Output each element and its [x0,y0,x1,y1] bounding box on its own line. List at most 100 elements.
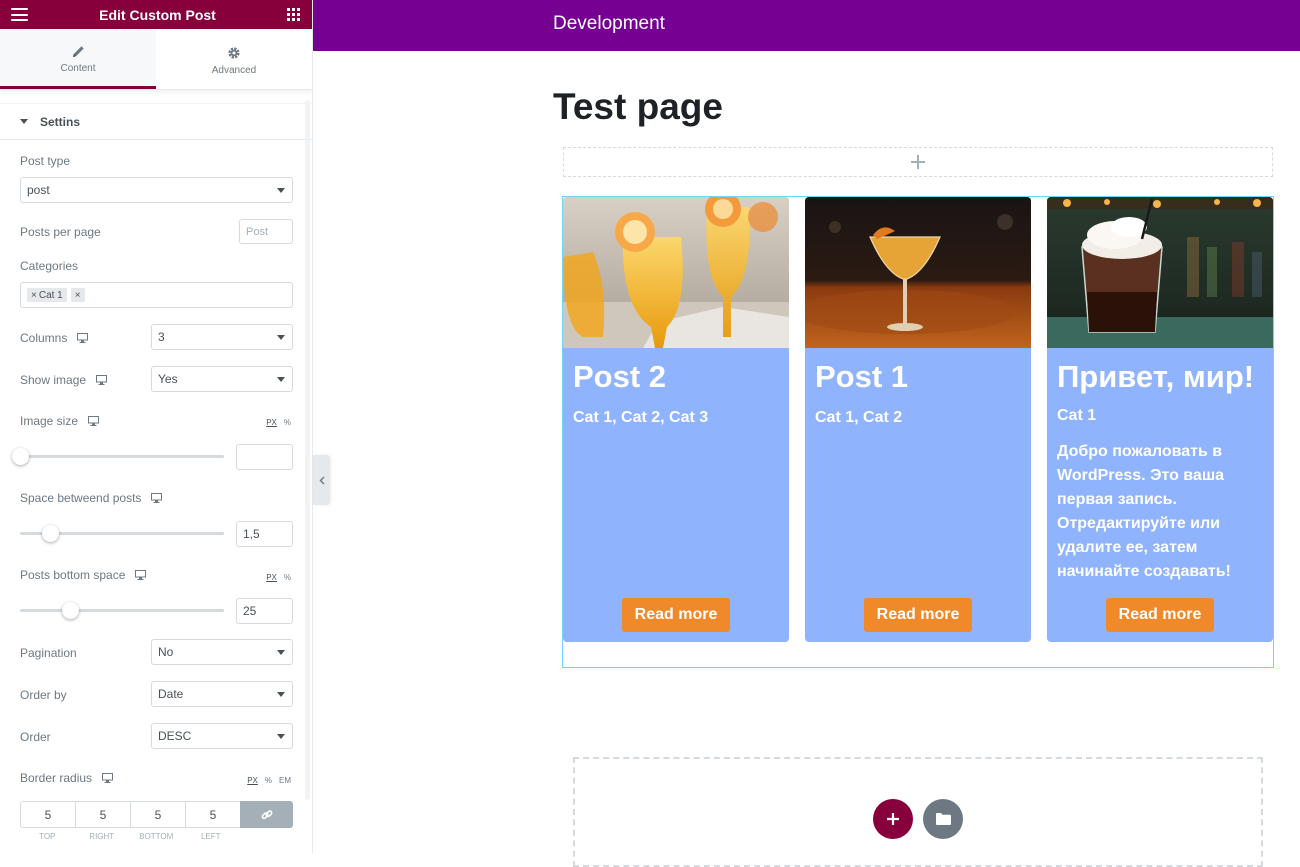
dropdown-arrow-icon [277,377,285,382]
categories-label: Categories [20,259,79,273]
desktop-icon[interactable] [135,570,147,580]
post-type-select[interactable]: post [20,177,293,203]
hamburger-menu-icon[interactable] [11,8,28,21]
plus-icon [887,813,899,825]
post-title[interactable]: Post 2 [573,359,666,395]
post-image-cocktail [805,197,1031,348]
show-image-select[interactable]: Yes [151,366,293,392]
radius-right-input[interactable]: 5 [75,801,130,828]
image-size-input[interactable] [236,444,293,470]
unit-percent[interactable]: % [284,573,291,582]
order-value: DESC [158,729,192,743]
drop-zone[interactable] [573,757,1263,867]
categories-multiselect[interactable]: × Cat 1 × [20,282,293,308]
read-more-button[interactable]: Read more [1106,598,1214,632]
unit-percent[interactable]: % [265,776,272,785]
pagination-select[interactable]: No [151,639,293,665]
space-between-slider-handle[interactable] [42,525,59,542]
tag-remove-icon[interactable]: × [75,290,81,301]
columns-label-text: Columns [20,331,68,345]
posts-per-page-input[interactable]: Post [239,219,293,244]
post-excerpt: Добро пожаловать в WordPress. Это ваша п… [1057,443,1231,580]
radius-left-input[interactable]: 5 [185,801,240,828]
pagination-label: Pagination [20,646,77,660]
border-radius-label-text: Border radius [20,771,93,785]
side-label-bottom: BOTTOM [139,832,174,841]
site-header [313,0,1300,51]
gear-icon [228,47,240,59]
category-tag-empty[interactable]: × [70,288,85,302]
posts-bottom-slider-track[interactable] [20,609,224,612]
post-type-label: Post type [20,154,71,168]
unit-px[interactable]: PX [247,776,258,785]
space-between-label: Space betweend posts [20,491,163,505]
link-icon [261,809,272,819]
post-title[interactable]: Post 1 [815,359,908,395]
radius-bottom-input[interactable]: 5 [130,801,185,828]
panel-header: Edit Custom Post [0,0,312,29]
link-values-button[interactable] [240,801,293,828]
show-image-label-text: Show image [20,373,87,387]
section-settins-toggle[interactable]: Settins [0,103,312,140]
category-tag[interactable]: × Cat 1 [27,288,67,302]
desktop-icon[interactable] [102,773,114,783]
post-categories[interactable]: Cat 1, Cat 2 [815,409,902,427]
image-size-label-text: Image size [20,414,79,428]
border-radius-label: Border radius [20,771,114,785]
post-card: Post 1 Cat 1, Cat 2 Read more [805,197,1031,642]
posts-bottom-input[interactable]: 25 [236,598,293,624]
tab-advanced-label: Advanced [211,65,257,76]
folder-icon [935,813,951,825]
pagination-value: No [158,645,174,659]
unit-percent[interactable]: % [284,418,291,427]
posts-bottom-units: PX % [266,573,291,582]
posts-bottom-slider-handle[interactable] [62,602,79,619]
add-section-area[interactable] [563,147,1273,177]
desktop-icon[interactable] [88,416,100,426]
dropdown-arrow-icon [277,650,285,655]
posts-bottom-label-text: Posts bottom space [20,568,126,582]
post-card: Post 2 Cat 1, Cat 2, Cat 3 Read more [563,197,789,642]
tab-content[interactable]: Content [0,29,156,89]
space-between-input[interactable]: 1,5 [236,521,293,547]
radius-top-input[interactable]: 5 [20,801,75,828]
read-more-button[interactable]: Read more [622,598,730,632]
border-radius-side-labels: TOP RIGHT BOTTOM LEFT [20,832,238,841]
desktop-icon[interactable] [96,375,108,385]
tab-advanced[interactable]: Advanced [156,29,312,89]
posts-bottom-label: Posts bottom space [20,568,147,582]
post-title[interactable]: Привет, мир! [1057,359,1254,395]
image-size-slider-handle[interactable] [12,448,29,465]
desktop-icon[interactable] [151,493,163,503]
add-new-section-button[interactable] [873,799,913,839]
image-size-slider-track[interactable] [20,455,224,458]
columns-label: Columns [20,331,89,345]
post-categories[interactable]: Cat 1, Cat 2, Cat 3 [573,409,708,427]
tag-remove-icon[interactable]: × [31,290,37,301]
border-radius-units: PX % EM [247,776,291,785]
dropdown-arrow-icon [277,692,285,697]
add-template-button[interactable] [923,799,963,839]
post-type-value: post [27,183,50,197]
dropdown-arrow-icon [277,734,285,739]
post-categories[interactable]: Cat 1 [1057,407,1096,425]
caret-down-icon [20,119,28,124]
collapse-panel-button[interactable] [313,455,330,505]
panel-scrollbar[interactable] [305,100,310,800]
tab-content-label: Content [60,63,96,74]
unit-em[interactable]: EM [279,776,291,785]
section-title: Settins [40,114,81,129]
order-select[interactable]: DESC [151,723,293,749]
order-by-select[interactable]: Date [151,681,293,707]
widgets-grid-icon[interactable] [286,8,300,21]
panel-title: Edit Custom Post [99,6,216,23]
order-label: Order [20,730,51,744]
desktop-icon[interactable] [77,333,89,343]
columns-select[interactable]: 3 [151,324,293,350]
read-more-button[interactable]: Read more [864,598,972,632]
order-by-label: Order by [20,688,67,702]
site-title[interactable]: Development [553,13,665,35]
unit-px[interactable]: PX [266,573,277,582]
show-image-label: Show image [20,373,108,387]
unit-px[interactable]: PX [266,418,277,427]
